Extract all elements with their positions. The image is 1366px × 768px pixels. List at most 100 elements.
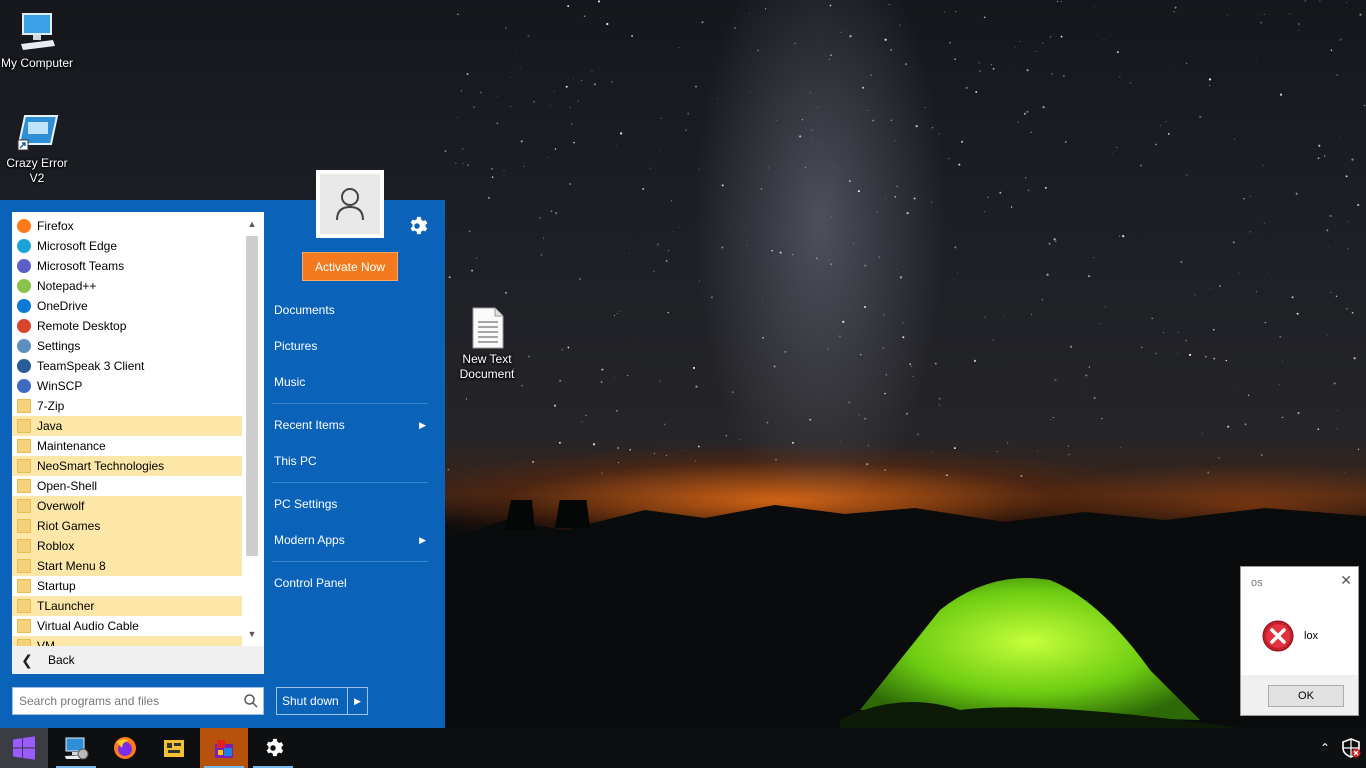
program-item[interactable]: Riot Games bbox=[12, 516, 242, 536]
security-shield-icon[interactable] bbox=[1340, 737, 1362, 759]
link-this-pc[interactable]: This PC bbox=[274, 446, 434, 476]
folder-icon bbox=[17, 459, 31, 473]
program-item[interactable]: VM bbox=[12, 636, 242, 646]
program-label: Settings bbox=[37, 339, 81, 353]
scroll-up-icon[interactable]: ▲ bbox=[244, 216, 260, 232]
program-item[interactable]: Maintenance bbox=[12, 436, 242, 456]
desktop-icon-crazy-error[interactable]: Crazy Error V2 bbox=[0, 112, 74, 186]
gear-icon bbox=[266, 738, 284, 757]
program-item[interactable]: Virtual Audio Cable bbox=[12, 616, 242, 636]
program-item[interactable]: NeoSmart Technologies bbox=[12, 456, 242, 476]
folder-icon bbox=[17, 599, 31, 613]
link-modern-apps[interactable]: Modern Apps ▶ bbox=[274, 525, 434, 555]
program-item[interactable]: WinSCP bbox=[12, 376, 242, 396]
shutdown-options-chevron-icon[interactable]: ▶ bbox=[347, 688, 367, 714]
winscp-icon bbox=[17, 379, 31, 393]
teamspeak-icon bbox=[17, 359, 31, 373]
program-item[interactable]: Microsoft Teams bbox=[12, 256, 242, 276]
link-music[interactable]: Music bbox=[274, 367, 434, 397]
program-item[interactable]: Remote Desktop bbox=[12, 316, 242, 336]
shutdown-button[interactable]: Shut down bbox=[277, 688, 347, 714]
link-pc-settings[interactable]: PC Settings bbox=[274, 489, 434, 519]
program-label: Riot Games bbox=[37, 519, 101, 533]
dialog-footer: OK bbox=[1241, 675, 1358, 715]
program-label: Java bbox=[37, 419, 63, 433]
desktop-icon-my-computer[interactable]: My Computer bbox=[0, 10, 74, 71]
folder-icon bbox=[17, 539, 31, 553]
taskbar-my-computer[interactable] bbox=[52, 728, 100, 768]
desktop-icon-label: New Text Document bbox=[459, 352, 515, 381]
program-item[interactable]: Microsoft Edge bbox=[12, 236, 242, 256]
onedrive-icon bbox=[17, 299, 31, 313]
program-item[interactable]: Open-Shell bbox=[12, 476, 242, 496]
user-avatar[interactable] bbox=[316, 170, 384, 238]
shortcut-app-icon bbox=[17, 115, 59, 151]
search-input[interactable] bbox=[13, 689, 239, 713]
program-item[interactable]: TeamSpeak 3 Client bbox=[12, 356, 242, 376]
link-control-panel[interactable]: Control Panel bbox=[274, 568, 434, 598]
scroll-down-icon[interactable]: ▼ bbox=[244, 626, 260, 642]
user-icon bbox=[336, 188, 364, 221]
taskbar-firefox[interactable] bbox=[101, 728, 149, 768]
program-item[interactable]: OneDrive bbox=[12, 296, 242, 316]
dialog-title: os bbox=[1251, 577, 1263, 589]
link-label: PC Settings bbox=[274, 497, 338, 511]
scroll-thumb[interactable] bbox=[246, 236, 258, 556]
folder-icon bbox=[17, 559, 31, 573]
glowing-tent bbox=[840, 578, 1240, 728]
search-icon[interactable] bbox=[239, 694, 263, 708]
program-item[interactable]: Overwolf bbox=[12, 496, 242, 516]
program-list: Firefox Microsoft Edge Microsoft Teams Note… bbox=[12, 212, 264, 646]
program-item[interactable]: 7-Zip bbox=[12, 396, 242, 416]
link-label: Control Panel bbox=[274, 576, 347, 590]
program-label: Firefox bbox=[37, 219, 74, 233]
program-item[interactable]: TLauncher bbox=[12, 596, 242, 616]
desktop-icon-label: Crazy Error V2 bbox=[6, 156, 68, 185]
folder-icon bbox=[17, 399, 31, 413]
ok-button[interactable]: OK bbox=[1268, 685, 1344, 707]
program-list-scrollbar[interactable]: ▲ ▼ bbox=[244, 216, 260, 642]
program-label: Microsoft Edge bbox=[37, 239, 118, 253]
desktop-icon-new-text-document[interactable]: New Text Document bbox=[450, 306, 524, 382]
taskbar-crazy-error[interactable] bbox=[200, 728, 248, 768]
gear-icon[interactable] bbox=[406, 215, 428, 237]
program-item[interactable]: Notepad++ bbox=[12, 276, 242, 296]
program-label: OneDrive bbox=[37, 299, 88, 313]
activate-now-button[interactable]: Activate Now bbox=[302, 252, 398, 281]
program-label: Notepad++ bbox=[37, 279, 97, 293]
program-label: TLauncher bbox=[37, 599, 95, 613]
menu-divider bbox=[272, 561, 428, 562]
program-label: Virtual Audio Cable bbox=[37, 619, 139, 633]
close-icon[interactable]: ✕ bbox=[1340, 572, 1352, 589]
program-item[interactable]: Settings bbox=[12, 336, 242, 356]
link-label: This PC bbox=[274, 454, 317, 468]
tray-overflow-chevron-up-icon[interactable]: ⌃ bbox=[1316, 738, 1334, 758]
folder-icon bbox=[17, 439, 31, 453]
start-button[interactable] bbox=[0, 728, 48, 768]
link-pictures[interactable]: Pictures bbox=[274, 331, 434, 361]
program-items: Firefox Microsoft Edge Microsoft Teams Note… bbox=[12, 216, 242, 646]
program-label: Start Menu 8 bbox=[37, 559, 106, 573]
notepadpp-icon bbox=[17, 279, 31, 293]
link-label: Documents bbox=[274, 303, 335, 317]
taskbar-settings[interactable] bbox=[249, 728, 297, 768]
program-item[interactable]: Start Menu 8 bbox=[12, 556, 242, 576]
program-item[interactable]: Firefox bbox=[12, 216, 242, 236]
back-button[interactable]: ❮ Back bbox=[12, 646, 264, 674]
chevron-left-icon: ❮ bbox=[21, 651, 33, 668]
program-label: 7-Zip bbox=[37, 399, 65, 413]
taskbar-winscp[interactable] bbox=[150, 728, 198, 768]
program-label: Remote Desktop bbox=[37, 319, 127, 333]
computer-icon bbox=[65, 737, 89, 760]
chevron-right-icon: ▶ bbox=[419, 534, 426, 545]
taskbar: ⌃ bbox=[0, 728, 1366, 768]
text-document-icon bbox=[472, 307, 504, 349]
menu-divider bbox=[272, 482, 428, 483]
folder-icon bbox=[17, 419, 31, 433]
chevron-right-icon: ▶ bbox=[419, 419, 426, 430]
link-documents[interactable]: Documents bbox=[274, 295, 434, 325]
program-item[interactable]: Java bbox=[12, 416, 242, 436]
program-item[interactable]: Startup bbox=[12, 576, 242, 596]
link-recent-items[interactable]: Recent Items ▶ bbox=[274, 410, 434, 440]
program-item[interactable]: Roblox bbox=[12, 536, 242, 556]
